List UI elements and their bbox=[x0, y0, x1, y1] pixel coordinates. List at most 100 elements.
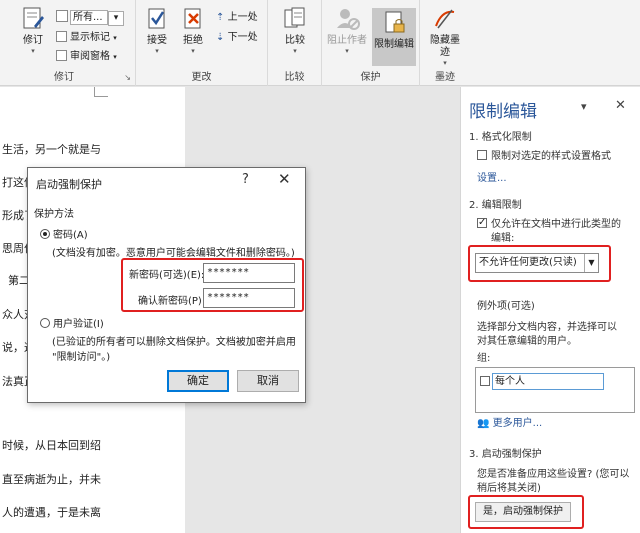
protect-group-label: 保护 bbox=[360, 72, 381, 83]
block-authors-icon bbox=[334, 6, 360, 32]
tracking-group: 修订 ▾ 所有... ▾ 显示标记 ▾ 审阅窗格 ▾ 修订 ↘ bbox=[0, 0, 136, 86]
help-icon[interactable]: ? bbox=[242, 172, 249, 187]
next-label: 下一处 bbox=[227, 32, 258, 43]
show-markup-icon bbox=[56, 31, 67, 42]
radio-icon[interactable] bbox=[40, 318, 50, 328]
password-radio[interactable]: 密码(A) bbox=[40, 226, 88, 241]
chevron-down-icon: ▾ bbox=[113, 34, 117, 42]
chevron-down-icon: ▾ bbox=[345, 47, 349, 55]
restrict-editing-pane: 限制编辑 ▾ ✕ 1. 格式化限制 限制对选定的样式设置格式 设置... 2. … bbox=[460, 87, 640, 533]
margin-mark bbox=[94, 87, 108, 97]
groups-label: 组: bbox=[477, 353, 491, 364]
doc-line: 人的遭遇，于是未离 bbox=[2, 506, 101, 519]
previous-change-button[interactable]: ⇡ 上一处 bbox=[216, 10, 258, 26]
user-auth-option-label: 用户验证(I) bbox=[53, 319, 104, 330]
hide-ink-button[interactable]: 隐藏墨 迹 ▾ bbox=[424, 6, 466, 68]
track-changes-button[interactable]: 修订 ▾ bbox=[12, 6, 54, 56]
chevron-down-icon: ▾ bbox=[293, 47, 297, 55]
next-change-button[interactable]: ⇣ 下一处 bbox=[216, 30, 258, 46]
exceptions-title: 例外项(可选) bbox=[477, 301, 535, 312]
arrow-down-icon: ⇣ bbox=[216, 32, 225, 43]
section-formatting-restrictions: 1. 格式化限制 bbox=[469, 132, 532, 143]
changes-group: 接受 ▾ 拒绝 ▾ ⇡ 上一处 ⇣ 下一处 更改 bbox=[136, 0, 268, 86]
start-enforcement-dialog: 启动强制保护 ? ✕ 保护方法 密码(A) (文档没有加密。恶意用户可能会编辑文… bbox=[27, 167, 306, 403]
highlight-edit-type bbox=[468, 245, 611, 282]
formatting-restriction-label: 限制对选定的样式设置格式 bbox=[491, 151, 611, 162]
user-auth-note-2: "限制访问"。) bbox=[52, 352, 111, 363]
compare-label: 比较 bbox=[285, 35, 305, 46]
reject-button[interactable]: 拒绝 ▾ bbox=[172, 6, 214, 56]
exceptions-desc-2: 对其任意编辑的用户。 bbox=[477, 336, 577, 347]
chevron-down-icon: ▾ bbox=[113, 53, 117, 61]
review-pane-button[interactable]: 审阅窗格 ▾ bbox=[56, 49, 117, 65]
editing-restriction-label-2: 编辑: bbox=[491, 233, 515, 244]
password-option-label: 密码(A) bbox=[53, 230, 88, 241]
protect-group: 阻止作者 ▾ 限制编辑 保护 bbox=[322, 0, 420, 86]
hide-ink-label-2: 迹 bbox=[440, 47, 450, 58]
more-users-link[interactable]: 👥 更多用户... bbox=[477, 417, 542, 431]
doc-line: 直至病逝为止，并未 bbox=[2, 473, 101, 486]
everyone-item[interactable]: 每个人 bbox=[492, 373, 604, 390]
chevron-down-icon[interactable]: ▾ bbox=[108, 11, 124, 26]
groups-list[interactable]: 每个人 bbox=[475, 367, 635, 413]
enforcement-question-1: 您是否准备应用这些设置? (您可以 bbox=[477, 469, 630, 480]
checkbox-icon[interactable] bbox=[477, 150, 487, 160]
radio-selected-icon[interactable] bbox=[40, 229, 50, 239]
arrow-up-icon: ⇡ bbox=[216, 12, 225, 23]
reject-label: 拒绝 bbox=[183, 35, 203, 46]
markup-select[interactable]: 所有... ▾ bbox=[56, 10, 124, 26]
user-auth-radio[interactable]: 用户验证(I) bbox=[40, 315, 104, 330]
dialog-launcher-icon[interactable]: ↘ bbox=[124, 73, 131, 82]
enforcement-question-2: 稍后将其关闭) bbox=[477, 483, 541, 494]
highlight-start-button bbox=[468, 495, 584, 529]
checkbox-checked-icon[interactable] bbox=[477, 216, 487, 230]
compare-group: 比较 ▾ 比较 bbox=[268, 0, 322, 86]
dialog-title: 启动强制保护 bbox=[36, 178, 102, 191]
hide-ink-icon bbox=[432, 6, 458, 32]
chevron-down-icon: ▾ bbox=[31, 47, 35, 55]
accept-icon bbox=[144, 6, 170, 32]
chevron-down-icon: ▾ bbox=[443, 59, 447, 67]
user-auth-note-1: (已验证的所有者可以删除文档保护。文档被加密并启用 bbox=[52, 337, 296, 348]
markup-select-icon bbox=[56, 10, 68, 22]
close-icon[interactable]: ✕ bbox=[615, 98, 626, 113]
restrict-editing-label: 限制编辑 bbox=[374, 39, 414, 50]
close-icon[interactable]: ✕ bbox=[278, 170, 291, 188]
editing-restriction-checkbox[interactable]: 仅允许在文档中进行此类型的 bbox=[477, 216, 621, 232]
block-authors-label: 阻止作者 bbox=[327, 35, 367, 46]
editing-restriction-label: 仅允许在文档中进行此类型的 bbox=[491, 219, 621, 230]
exceptions-desc-1: 选择部分文档内容，并选择可以 bbox=[477, 322, 617, 333]
ink-group-label: 墨迹 bbox=[435, 72, 455, 83]
show-markup-label: 显示标记 bbox=[70, 32, 110, 43]
show-markup-button[interactable]: 显示标记 ▾ bbox=[56, 30, 117, 46]
chevron-down-icon: ▾ bbox=[191, 47, 195, 55]
cancel-button[interactable]: 取消 bbox=[237, 370, 299, 392]
compare-button[interactable]: 比较 ▾ bbox=[274, 6, 316, 56]
users-icon: 👥 bbox=[477, 418, 490, 429]
protection-method-label: 保护方法 bbox=[34, 209, 74, 220]
checkbox-icon[interactable] bbox=[480, 376, 490, 386]
ribbon: 修订 ▾ 所有...▾ 显示标记 ▾ 审阅窗格 ▾ 修订 ↘ 接受 ▾ 拒绝 bbox=[0, 0, 640, 86]
doc-line: 生活，另一个就是与 bbox=[2, 143, 101, 156]
block-authors-button[interactable]: 阻止作者 ▾ bbox=[326, 6, 368, 56]
doc-line: 时候，从日本回到绍 bbox=[2, 439, 101, 452]
restrict-editing-icon bbox=[381, 10, 407, 36]
ink-group: 隐藏墨 迹 ▾ 墨迹 bbox=[420, 0, 470, 86]
formatting-restriction-checkbox[interactable]: 限制对选定的样式设置格式 bbox=[477, 150, 611, 164]
hide-ink-label: 隐藏墨 bbox=[430, 35, 460, 46]
track-changes-label: 修订 bbox=[23, 35, 43, 46]
more-users-label: 更多用户... bbox=[492, 418, 543, 429]
section-editing-restrictions: 2. 编辑限制 bbox=[469, 200, 522, 211]
pane-menu-icon[interactable]: ▾ bbox=[581, 100, 587, 113]
restrict-editing-button[interactable]: 限制编辑 bbox=[372, 8, 416, 66]
ok-button[interactable]: 确定 bbox=[167, 370, 229, 392]
section-start-enforcement: 3. 启动强制保护 bbox=[469, 449, 542, 460]
changes-group-label: 更改 bbox=[191, 72, 212, 83]
highlight-password-fields bbox=[121, 258, 304, 312]
pane-title: 限制编辑 bbox=[469, 102, 537, 122]
settings-link[interactable]: 设置... bbox=[477, 172, 507, 186]
tracking-group-label: 修订 bbox=[54, 72, 74, 83]
track-changes-icon bbox=[20, 6, 46, 32]
compare-icon bbox=[282, 6, 308, 32]
password-note: (文档没有加密。恶意用户可能会编辑文件和删除密码。) bbox=[52, 248, 295, 259]
